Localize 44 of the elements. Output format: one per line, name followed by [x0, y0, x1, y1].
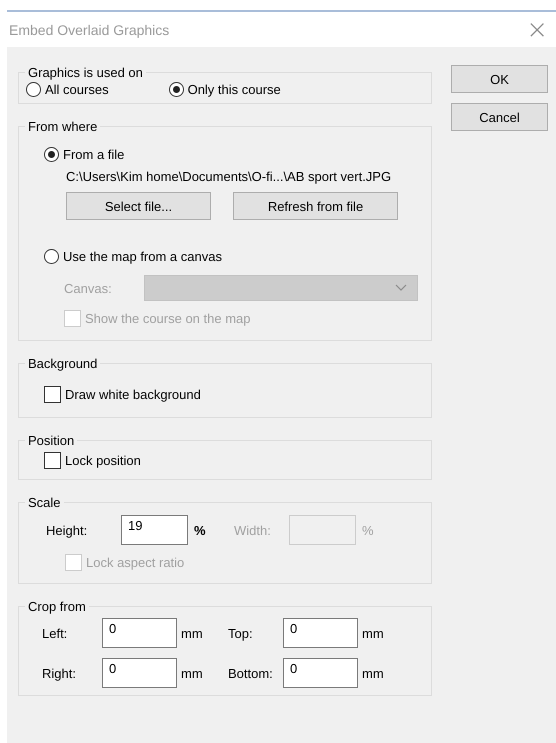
width-label: Width: — [234, 522, 272, 538]
crop-field[interactable]: 0 — [102, 658, 177, 688]
group-title: Crop from — [27, 599, 87, 614]
select-file-button[interactable]: Select file... — [66, 192, 211, 220]
chevron-icon — [395, 284, 407, 292]
group-title: Background — [27, 356, 98, 371]
dialog-button[interactable]: Cancel — [451, 103, 548, 131]
group-title: Scale — [27, 495, 62, 510]
checkbox[interactable] — [44, 452, 61, 469]
crop-field[interactable]: 0 — [102, 618, 177, 648]
close-button[interactable]: × — [522, 16, 552, 42]
crop-label: Left: — [42, 626, 68, 640]
radio-button[interactable] — [44, 147, 59, 162]
radio-button[interactable] — [168, 82, 184, 97]
height-label: Height: — [46, 522, 88, 538]
percent-unit: % — [194, 522, 207, 538]
radio-label[interactable]: Use the map from a canvas — [63, 249, 222, 264]
crop-field[interactable]: 0 — [283, 658, 358, 688]
radio-label[interactable]: From a file — [63, 147, 124, 162]
mm-unit: mm — [181, 626, 204, 640]
dialog-button[interactable]: OK — [451, 65, 548, 93]
mm-unit: mm — [362, 626, 385, 640]
checkbox-label[interactable]: Draw white background — [65, 387, 201, 402]
radio-label[interactable]: Only this course — [188, 82, 281, 97]
file-path: C:\Users\Kim home\Documents\O-fi...\AB sport vert.JPG — [66, 169, 392, 184]
radio-button[interactable] — [26, 82, 41, 97]
mm-unit: mm — [362, 666, 385, 680]
group-title: Position — [27, 433, 76, 448]
crop-label: Bottom: — [228, 666, 274, 680]
height-field[interactable]: 19 — [121, 515, 188, 545]
radio-label[interactable]: All courses — [45, 82, 109, 97]
refresh-button[interactable]: Refresh from file — [233, 192, 398, 220]
crop-label: Right: — [42, 666, 77, 680]
group-title: From where — [27, 119, 98, 134]
mm-unit: mm — [181, 666, 204, 680]
checkbox[interactable] — [44, 386, 61, 403]
percent-unit: % — [362, 522, 375, 538]
window-title: Embed Overlaid Graphics — [9, 22, 170, 38]
checkbox-label[interactable]: Lock position — [65, 453, 141, 468]
radio-button[interactable] — [44, 249, 59, 264]
crop-field[interactable]: 0 — [283, 618, 358, 648]
canvas-label: Canvas: — [64, 280, 113, 296]
crop-label: Top: — [228, 626, 254, 640]
group-title: Graphics is used on — [27, 65, 144, 80]
